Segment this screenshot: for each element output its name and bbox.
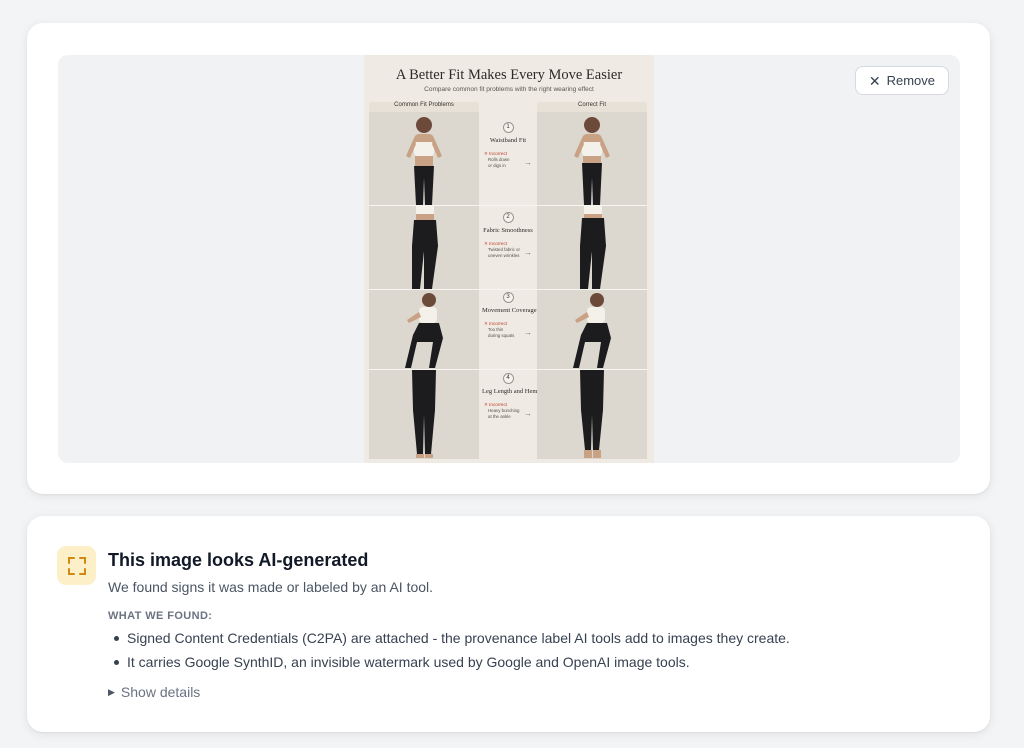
step-number: 1: [502, 122, 514, 133]
arrow-right-icon: →: [524, 409, 532, 418]
photo-row1-right: [537, 112, 647, 205]
remove-button[interactable]: ✕ Remove: [854, 66, 949, 95]
findings-list: Signed Content Credentials (C2PA) are at…: [108, 629, 790, 677]
findings-label: WHAT WE FOUND:: [108, 610, 213, 622]
close-icon: ✕: [868, 72, 881, 89]
model-figure: [405, 293, 443, 368]
photo-row3-left: [369, 290, 479, 369]
analysis-result-card: This image looks AI-generated We found s…: [27, 516, 990, 732]
step-1: 1 Waistband Fit ✕ Incorrect Rolls down o…: [482, 122, 534, 169]
list-item: Signed Content Credentials (C2PA) are at…: [108, 629, 790, 653]
ai-badge: [57, 546, 96, 585]
model-figure: [580, 370, 604, 458]
arrow-right-icon: →: [524, 328, 532, 337]
photo-row1-left: [369, 112, 479, 205]
photo-row2-right: [537, 206, 647, 289]
arrow-right-icon: →: [524, 158, 532, 167]
image-preview-area: A Better Fit Makes Every Move Easier Com…: [58, 55, 960, 463]
image-preview-card: A Better Fit Makes Every Move Easier Com…: [27, 23, 990, 494]
show-details-label: Show details: [120, 684, 201, 700]
photo-row3-right: [537, 290, 647, 369]
step-title: Waistband Fit: [489, 137, 527, 144]
step-number: 3: [502, 292, 514, 303]
result-title: This image looks AI-generated: [108, 550, 369, 570]
model-figure: [580, 206, 606, 289]
infographic-title: A Better Fit Makes Every Move Easier: [395, 67, 623, 83]
list-item: It carries Google SynthID, an invisible …: [108, 653, 790, 677]
step-number: 4: [502, 373, 514, 384]
left-column-header: Common Fit Problems: [369, 102, 479, 112]
photo-row4-right: [537, 370, 647, 459]
photo-row2-left: [369, 206, 479, 289]
right-column-header: Correct Fit: [537, 102, 647, 112]
show-details-toggle[interactable]: ▶ Show details: [108, 684, 200, 700]
step-title: Fabric Smoothness: [483, 227, 533, 234]
photo-row4-left: [369, 370, 479, 459]
result-description: We found signs it was made or labeled by…: [108, 579, 434, 595]
step-2: 2 Fabric Smoothness ✕ Incorrect Twisted …: [482, 212, 534, 259]
triangle-right-icon: ▶: [108, 686, 115, 697]
infographic-subtitle: Compare common fit problems with the rig…: [424, 86, 594, 93]
step-number: 2: [502, 212, 514, 223]
scan-icon: [67, 556, 86, 575]
arrow-right-icon: →: [524, 248, 532, 257]
model-figure: [574, 117, 610, 205]
step-4: 4 Leg Length and Hem ✕ Incorrect Heavy b…: [482, 373, 538, 420]
step-title: Leg Length and Hem: [482, 388, 538, 395]
model-figure: [573, 293, 611, 368]
model-figure: [406, 117, 442, 205]
model-figure: [412, 206, 438, 289]
step-title: Movement Coverage: [482, 307, 537, 314]
step-3: 3 Movement Coverage ✕ Incorrect Too thin…: [482, 292, 537, 339]
uploaded-image: A Better Fit Makes Every Move Easier Com…: [364, 55, 654, 463]
model-figure: [412, 370, 436, 458]
remove-label: Remove: [886, 73, 935, 88]
